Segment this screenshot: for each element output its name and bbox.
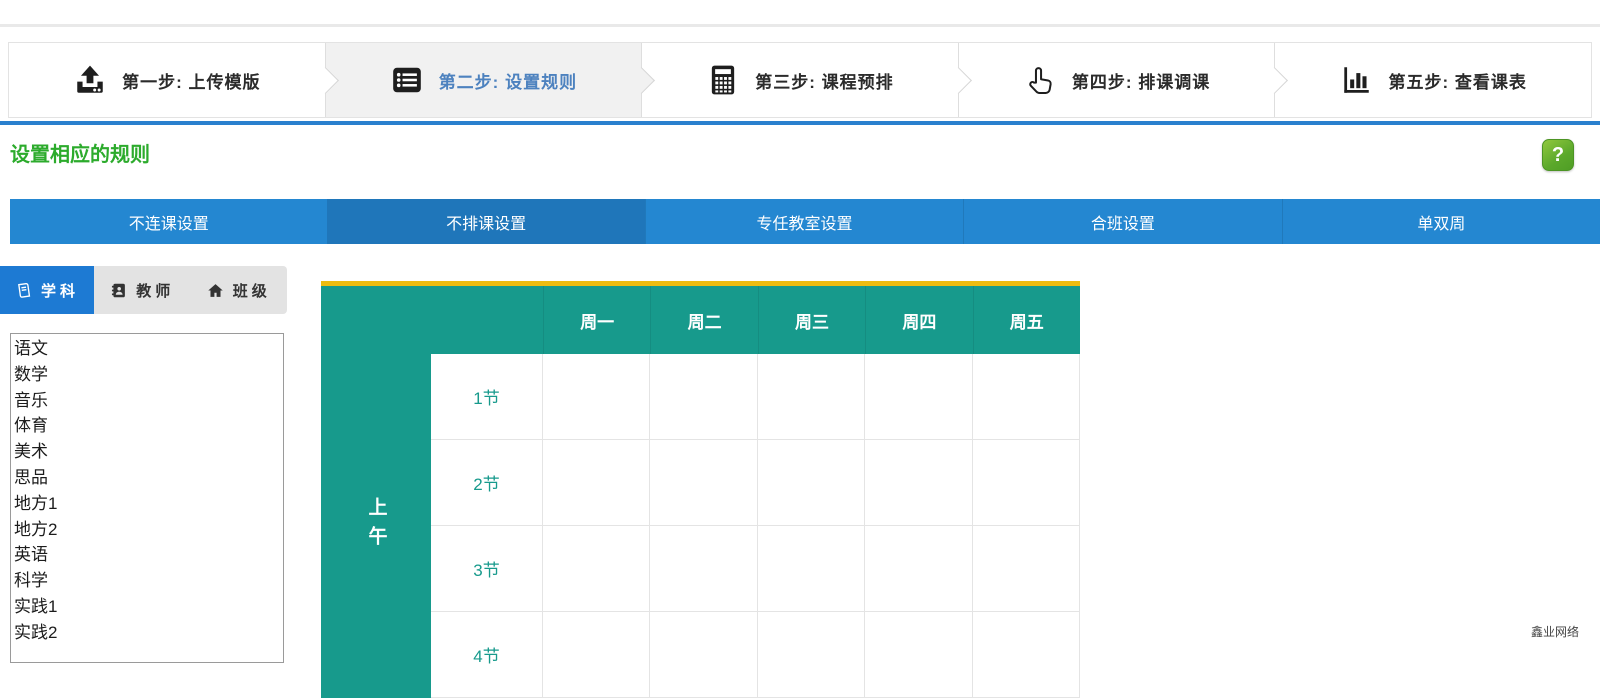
schedule-cell[interactable] xyxy=(865,440,972,526)
sidebar-tab-class[interactable]: 班级 xyxy=(191,266,288,314)
page-title: 设置相应的规则 xyxy=(10,138,150,167)
sidebar-tab-teacher[interactable]: 教师 xyxy=(94,266,191,314)
day-header-tuesday[interactable]: 周二 xyxy=(650,286,757,354)
home-icon xyxy=(207,282,224,299)
schedule-cell[interactable] xyxy=(650,526,757,612)
schedule-cell[interactable] xyxy=(543,440,650,526)
sidebar-tab-label: 教师 xyxy=(136,280,174,301)
list-icon xyxy=(390,63,424,97)
sidebar-tab-subject[interactable]: 学科 xyxy=(0,266,94,314)
step-label: 第三步: 课程预排 xyxy=(755,68,893,93)
step-4-adjust-schedule[interactable]: 第四步: 排课调课 xyxy=(959,43,1276,117)
calculator-icon xyxy=(706,63,740,97)
period-cell-2[interactable]: 2节 xyxy=(431,440,543,526)
day-header-wednesday[interactable]: 周三 xyxy=(758,286,865,354)
schedule-cell[interactable] xyxy=(650,354,757,440)
list-item[interactable]: 实践1 xyxy=(14,594,280,620)
schedule-cell[interactable] xyxy=(758,526,865,612)
schedule-cell[interactable] xyxy=(650,612,757,698)
list-item[interactable]: 音乐 xyxy=(14,388,280,414)
period-cell-3[interactable]: 3节 xyxy=(431,526,543,612)
watermark: 鑫业网络 xyxy=(1531,623,1579,640)
list-item[interactable]: 实践2 xyxy=(14,620,280,646)
list-item[interactable]: 语文 xyxy=(14,336,280,362)
day-header-friday[interactable]: 周五 xyxy=(973,286,1080,354)
bar-chart-icon xyxy=(1339,63,1373,97)
tab-combined-class[interactable]: 合班设置 xyxy=(963,199,1281,244)
schedule-cell[interactable] xyxy=(758,440,865,526)
step-5-view-timetable[interactable]: 第五步: 查看课表 xyxy=(1275,43,1591,117)
timetable: 周一 周二 周三 周四 周五 上午 1节 2节 3节 4 xyxy=(321,281,1080,698)
list-item[interactable]: 美术 xyxy=(14,439,280,465)
question-mark-icon: ? xyxy=(1552,144,1564,167)
timetable-grid: 1节 2节 3节 4节 xyxy=(431,354,1080,698)
step-label: 第一步: 上传模版 xyxy=(122,68,260,93)
tab-odd-even-week[interactable]: 单双周 xyxy=(1282,199,1600,244)
tab-no-consecutive-classes[interactable]: 不连课设置 xyxy=(10,199,327,244)
schedule-cell[interactable] xyxy=(758,354,865,440)
list-item[interactable]: 地方2 xyxy=(14,517,280,543)
schedule-cell[interactable] xyxy=(973,440,1080,526)
schedule-cell[interactable] xyxy=(650,440,757,526)
period-cell-4[interactable]: 4节 xyxy=(431,612,543,698)
list-item[interactable]: 思品 xyxy=(14,465,280,491)
list-item[interactable]: 地方1 xyxy=(14,491,280,517)
tab-no-schedule[interactable]: 不排课设置 xyxy=(327,199,644,244)
list-item[interactable]: 体育 xyxy=(14,413,280,439)
schedule-cell[interactable] xyxy=(865,354,972,440)
schedule-cell[interactable] xyxy=(758,612,865,698)
tab-dedicated-classroom[interactable]: 专任教室设置 xyxy=(645,199,963,244)
sidebar-tabs: 学科 教师 班级 xyxy=(0,266,287,314)
top-divider xyxy=(0,24,1600,27)
step-label: 第四步: 排课调课 xyxy=(1072,68,1210,93)
list-item[interactable]: 数学 xyxy=(14,362,280,388)
header-period-cell xyxy=(431,286,543,354)
schedule-cell[interactable] xyxy=(543,526,650,612)
schedule-cell[interactable] xyxy=(973,612,1080,698)
rule-tabs: 不连课设置 不排课设置 专任教室设置 合班设置 单双周 xyxy=(10,199,1600,244)
schedule-cell[interactable] xyxy=(973,526,1080,612)
schedule-cell[interactable] xyxy=(543,354,650,440)
step-1-upload-template[interactable]: 第一步: 上传模版 xyxy=(9,43,326,117)
sidebar-tab-label: 学科 xyxy=(41,280,79,301)
schedule-cell[interactable] xyxy=(543,612,650,698)
list-item[interactable]: 科学 xyxy=(14,568,280,594)
sidebar-tab-label: 班级 xyxy=(233,280,271,301)
period-cell-1[interactable]: 1节 xyxy=(431,354,543,440)
timetable-body: 上午 1节 2节 3节 4节 xyxy=(321,354,1080,698)
address-book-icon xyxy=(110,282,127,299)
upload-icon xyxy=(73,63,107,97)
step-wizard: 第一步: 上传模版 第二步: 设置规则 第三步: 课程预排 第四步: 排课调课 xyxy=(8,42,1592,118)
day-header-thursday[interactable]: 周四 xyxy=(865,286,972,354)
step-label: 第五步: 查看课表 xyxy=(1388,68,1526,93)
schedule-cell[interactable] xyxy=(865,526,972,612)
timetable-header: 周一 周二 周三 周四 周五 xyxy=(321,286,1080,354)
morning-label-cell[interactable]: 上午 xyxy=(321,354,431,698)
step-3-pre-schedule[interactable]: 第三步: 课程预排 xyxy=(642,43,959,117)
day-header-monday[interactable]: 周一 xyxy=(543,286,650,354)
step-2-set-rules[interactable]: 第二步: 设置规则 xyxy=(326,43,643,117)
header-corner-cell xyxy=(321,286,431,354)
list-item[interactable]: 英语 xyxy=(14,542,280,568)
subject-list[interactable]: 语文 数学 音乐 体育 美术 思品 地方1 地方2 英语 科学 实践1 实践2 xyxy=(10,333,284,663)
step-label: 第二步: 设置规则 xyxy=(439,68,577,93)
help-button[interactable]: ? xyxy=(1542,139,1574,171)
book-icon xyxy=(15,282,32,299)
sidebar-tab-group: 教师 班级 xyxy=(94,266,287,314)
hand-pointer-icon xyxy=(1023,63,1057,97)
schedule-cell[interactable] xyxy=(973,354,1080,440)
morning-label: 上午 xyxy=(363,497,390,555)
accent-underline xyxy=(0,121,1600,125)
schedule-cell[interactable] xyxy=(865,612,972,698)
